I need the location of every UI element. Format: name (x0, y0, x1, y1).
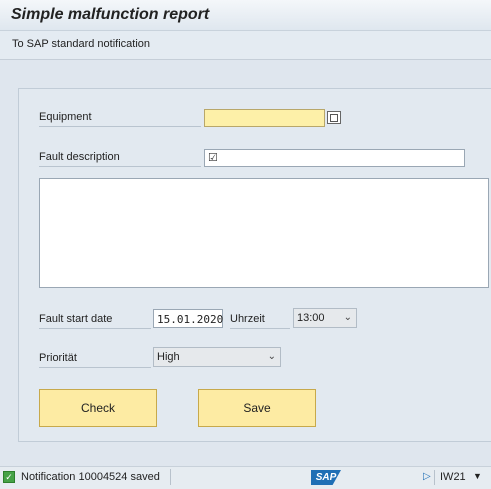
status-separator (170, 469, 171, 485)
check-button[interactable]: Check (39, 389, 157, 427)
uhrzeit-label: Uhrzeit (230, 313, 290, 329)
transaction-code[interactable]: IW21 (440, 471, 466, 483)
fault-start-date-label: Fault start date (39, 313, 151, 329)
fault-start-date-input[interactable]: 15.01.2020 (153, 309, 223, 328)
checkbox-edit-icon: ☑ (208, 152, 218, 164)
application-toolbar: To SAP standard notification (0, 31, 491, 60)
long-text-area[interactable] (39, 178, 489, 288)
check-icon: ✓ (3, 471, 15, 483)
sap-logo: SAP (311, 470, 341, 485)
window-title: Simple malfunction report (11, 6, 210, 23)
value-help-icon[interactable] (327, 111, 341, 124)
sap-standard-notification-link[interactable]: To SAP standard notification (12, 38, 150, 50)
chevron-down-icon[interactable]: ▼ (473, 471, 482, 481)
chevron-down-icon: ⌄ (267, 351, 276, 362)
status-message[interactable]: Notification 10004524 saved (21, 471, 160, 483)
form-panel: Equipment Fault description ☑ Fault star… (18, 88, 491, 442)
prioritaet-select[interactable]: High ⌄ (153, 347, 281, 367)
tcode-separator (434, 470, 435, 485)
play-icon[interactable]: ▷ (423, 471, 431, 482)
save-button[interactable]: Save (198, 389, 316, 427)
chevron-down-icon: ⌄ (343, 312, 352, 323)
equipment-input[interactable] (204, 109, 325, 127)
uhrzeit-select[interactable]: 13:00 ⌄ (293, 308, 357, 328)
prioritaet-label: Priorität (39, 352, 151, 368)
prioritaet-value: High (157, 351, 180, 363)
title-bar: Simple malfunction report (0, 0, 491, 31)
equipment-label: Equipment (39, 111, 201, 127)
uhrzeit-value: 13:00 (297, 312, 325, 324)
fault-description-input[interactable]: ☑ (204, 149, 465, 167)
fault-description-label: Fault description (39, 151, 201, 167)
status-bar: ✓ Notification 10004524 saved SAP ▷ IW21… (0, 466, 491, 489)
